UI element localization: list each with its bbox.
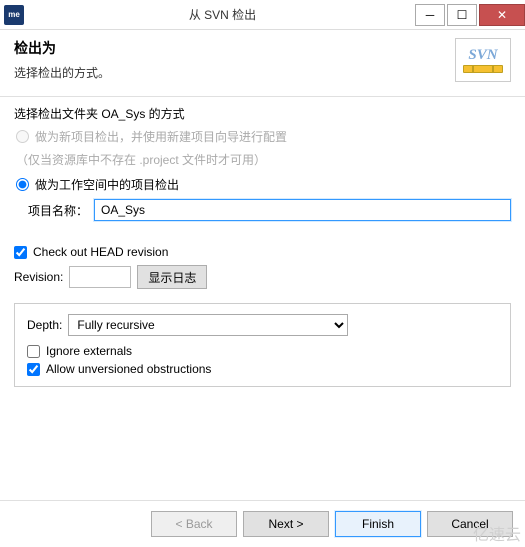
- ignore-externals-label: Ignore externals: [46, 344, 132, 358]
- footer-buttons: < Back Next > Finish Cancel: [0, 500, 525, 547]
- depth-group: Depth: Fully recursive Ignore externals …: [14, 303, 511, 387]
- depth-row: Depth: Fully recursive: [27, 314, 498, 336]
- window-controls: ─ ☐ ✕: [415, 4, 525, 26]
- finish-button[interactable]: Finish: [335, 511, 421, 537]
- depth-label: Depth:: [27, 318, 62, 332]
- header-panel: 检出为 选择检出的方式。 SVN: [0, 30, 525, 97]
- ignore-externals-row[interactable]: Ignore externals: [27, 344, 498, 358]
- radio-new-project-input: [16, 130, 29, 143]
- page-title: 检出为: [14, 38, 110, 58]
- next-button[interactable]: Next >: [243, 511, 329, 537]
- radio-new-project-label: 做为新项目检出，并使用新建项目向导进行配置: [35, 128, 287, 145]
- section-prompt: 选择检出文件夹 OA_Sys 的方式: [14, 105, 511, 122]
- maximize-button[interactable]: ☐: [447, 4, 477, 26]
- revision-row: Revision: 显示日志: [14, 265, 511, 289]
- revision-input: [69, 266, 131, 288]
- back-button: < Back: [151, 511, 237, 537]
- main-content: 选择检出文件夹 OA_Sys 的方式 做为新项目检出，并使用新建项目向导进行配置…: [0, 97, 525, 407]
- allow-unversioned-label: Allow unversioned obstructions: [46, 362, 211, 376]
- allow-unversioned-row[interactable]: Allow unversioned obstructions: [27, 362, 498, 376]
- radio-new-project: 做为新项目检出，并使用新建项目向导进行配置: [14, 128, 511, 145]
- radio-workspace-project-label: 做为工作空间中的项目检出: [35, 176, 179, 193]
- radio-new-project-hint: （仅当资源库中不存在 .project 文件时才可用）: [14, 151, 511, 168]
- project-name-input[interactable]: [94, 199, 511, 221]
- app-icon: me: [4, 5, 24, 25]
- window-title: 从 SVN 检出: [30, 6, 415, 23]
- ignore-externals-checkbox[interactable]: [27, 345, 40, 358]
- page-subtitle: 选择检出的方式。: [14, 64, 110, 81]
- show-log-button[interactable]: 显示日志: [137, 265, 207, 289]
- depth-select[interactable]: Fully recursive: [68, 314, 348, 336]
- minimize-button[interactable]: ─: [415, 4, 445, 26]
- titlebar: me 从 SVN 检出 ─ ☐ ✕: [0, 0, 525, 30]
- checkout-head-row[interactable]: Check out HEAD revision: [14, 245, 511, 259]
- checkout-head-checkbox[interactable]: [14, 246, 27, 259]
- close-button[interactable]: ✕: [479, 4, 525, 26]
- checkout-head-label: Check out HEAD revision: [33, 245, 168, 259]
- radio-workspace-project-input[interactable]: [16, 178, 29, 191]
- cancel-button[interactable]: Cancel: [427, 511, 513, 537]
- project-name-label: 项目名称：: [14, 202, 94, 219]
- project-name-row: 项目名称：: [14, 199, 511, 221]
- revision-label: Revision:: [14, 270, 63, 284]
- svn-logo-icon: SVN: [455, 38, 511, 82]
- allow-unversioned-checkbox[interactable]: [27, 363, 40, 376]
- radio-workspace-project[interactable]: 做为工作空间中的项目检出: [14, 176, 511, 193]
